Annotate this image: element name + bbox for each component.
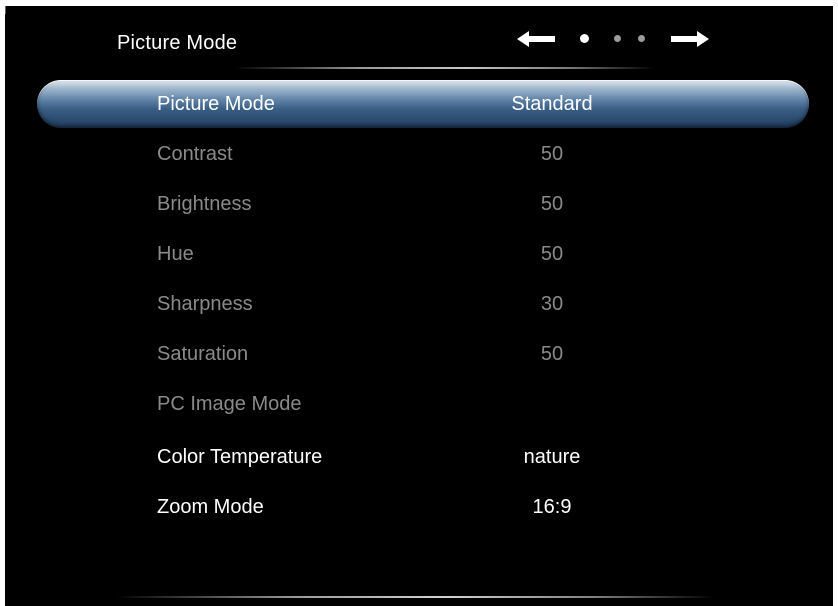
menu-item-label: Hue [157, 243, 194, 265]
menu-item-label: Contrast [157, 143, 233, 165]
menu-item-contrast: Contrast 50 [37, 130, 807, 180]
menu-item-label: Sharpness [157, 293, 253, 315]
menu-item-value: 30 [540, 293, 564, 315]
menu-item-label: PC Image Mode [157, 393, 302, 415]
tv-settings-screen: Picture Mode Picture Mode Standard Contr… [5, 6, 833, 606]
menu-item-value: 50 [540, 343, 564, 365]
menu-item-label: Brightness [157, 193, 252, 215]
menu-item-label: Zoom Mode [157, 496, 264, 518]
menu-item-value: 16:9 [532, 496, 572, 518]
menu-item-label: Saturation [157, 343, 249, 365]
menu-item-hue: Hue 50 [37, 230, 807, 280]
menu-item-value: 50 [540, 243, 564, 265]
menu-item-label: Picture Mode [157, 93, 275, 115]
menu-item-zoom-mode[interactable]: Zoom Mode 16:9 [37, 483, 807, 533]
menu-item-color-temperature[interactable]: Color Temperature nature [37, 433, 807, 483]
settings-menu: Picture Mode Standard Contrast 50 Bright… [5, 6, 833, 606]
menu-item-value: 50 [540, 143, 564, 165]
menu-item-pc-image-mode: PC Image Mode [37, 380, 807, 430]
menu-item-value: Standard [511, 93, 593, 115]
menu-item-value: 50 [540, 193, 564, 215]
menu-item-brightness: Brightness 50 [37, 180, 807, 230]
menu-item-saturation: Saturation 50 [37, 330, 807, 380]
menu-item-value: nature [523, 446, 581, 468]
footer-divider [115, 596, 715, 598]
menu-item-picture-mode[interactable]: Picture Mode Standard [37, 80, 809, 128]
menu-item-label: Color Temperature [157, 446, 323, 468]
menu-item-sharpness: Sharpness 30 [37, 280, 807, 330]
